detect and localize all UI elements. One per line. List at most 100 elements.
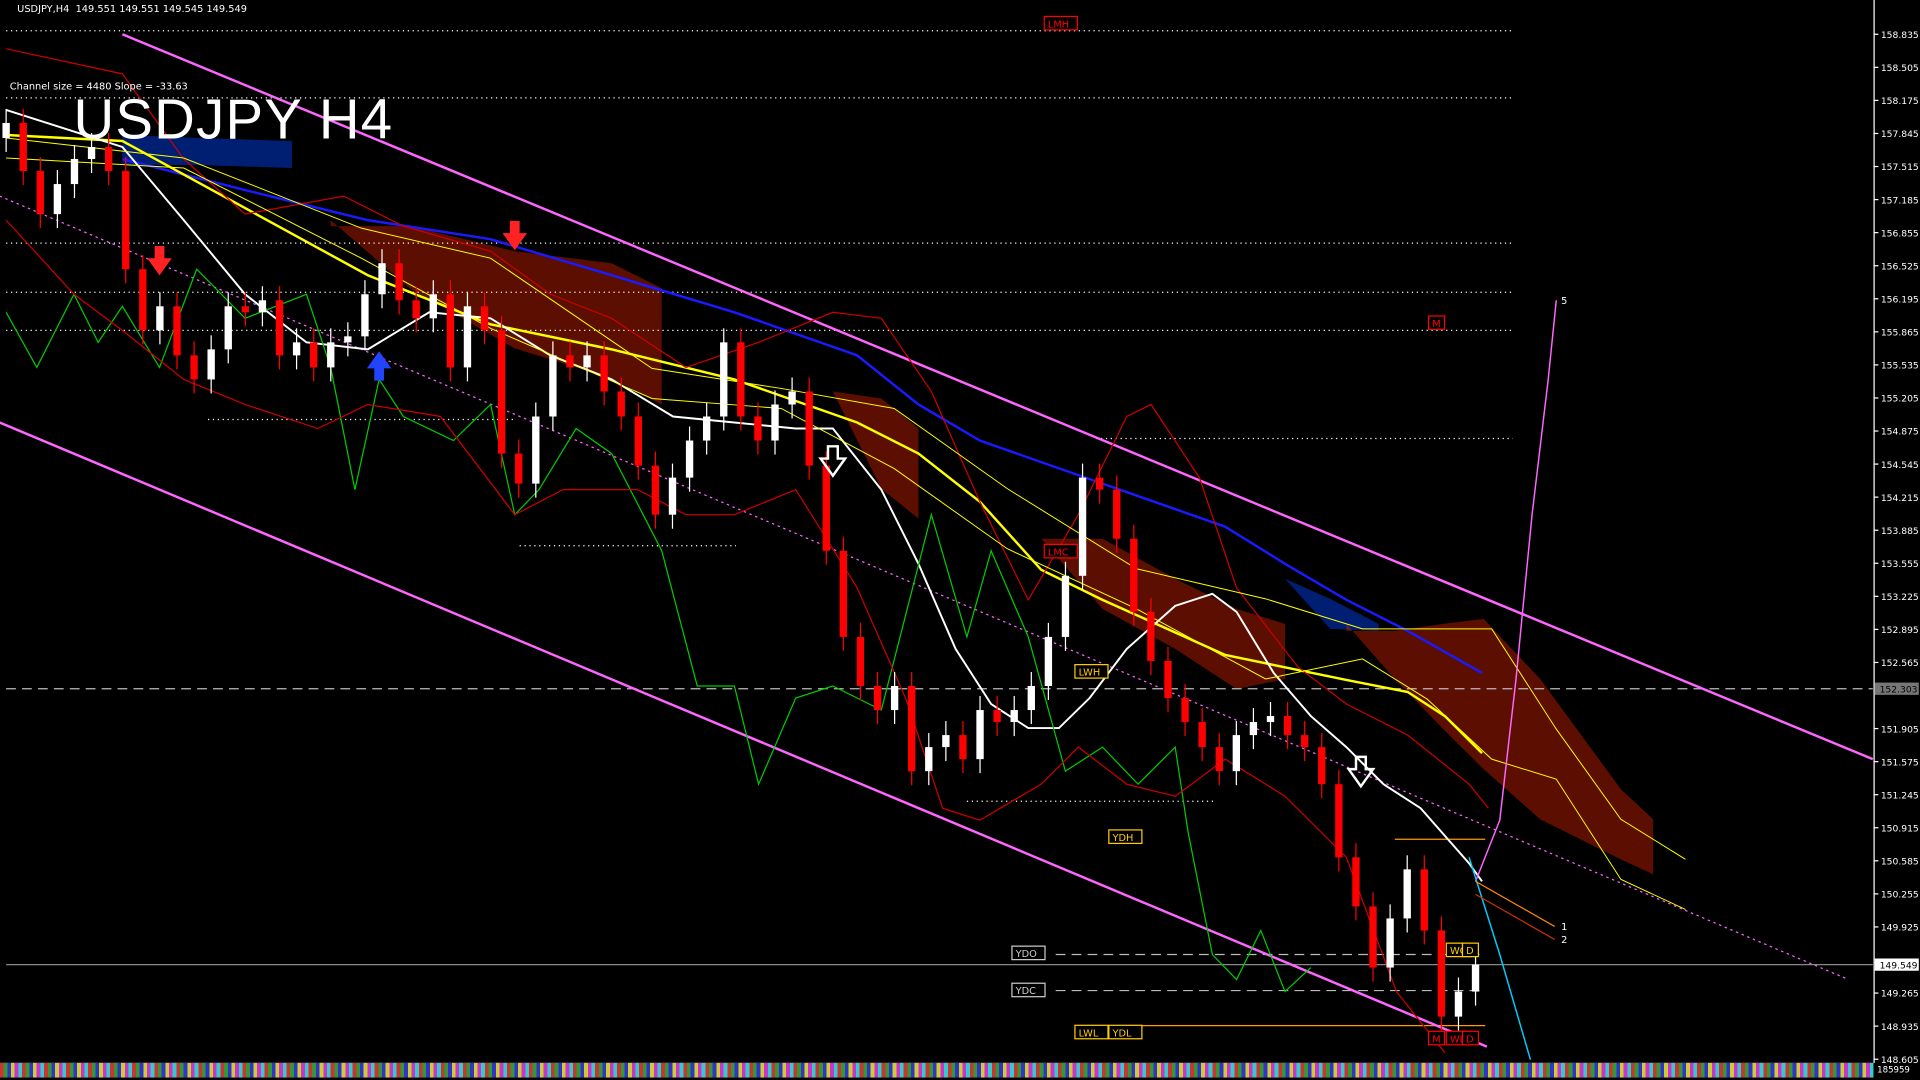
y-tick-label: 157.845 — [1881, 129, 1919, 140]
candle — [720, 328, 728, 431]
candle-body — [1181, 698, 1189, 723]
candle-body — [156, 306, 164, 331]
candle — [1181, 683, 1189, 737]
candle-body — [1352, 857, 1360, 907]
annotation-label: 1 — [1561, 922, 1567, 933]
candle — [1232, 721, 1241, 786]
candle — [327, 328, 335, 382]
candle — [1078, 463, 1087, 590]
candle-body — [446, 294, 455, 368]
candle-body — [515, 453, 523, 484]
candle — [532, 402, 540, 498]
candle-body — [361, 294, 369, 337]
y-tick-label: 151.905 — [1881, 724, 1919, 735]
candle-body — [1318, 747, 1326, 785]
candle — [651, 451, 660, 529]
candle — [1027, 671, 1035, 725]
candle — [122, 157, 130, 284]
candle-body — [822, 465, 830, 551]
candle — [1437, 916, 1446, 1031]
annotation-label: LWL — [1079, 1028, 1099, 1039]
candle — [1420, 855, 1428, 945]
candle — [344, 322, 352, 357]
annotation-1: 1 — [1561, 922, 1567, 933]
candle-body — [1215, 747, 1223, 772]
candle-body — [651, 465, 660, 515]
annotation-d: D — [1461, 942, 1479, 958]
candle-body — [1044, 636, 1053, 686]
ma-fast-line — [5, 108, 1483, 882]
candle — [292, 328, 301, 370]
candle-body — [993, 710, 1001, 723]
candle-body — [925, 747, 933, 772]
y-tick-label: 151.245 — [1881, 790, 1919, 801]
arrow-down-icon — [502, 220, 528, 251]
y-tick-label: 150.585 — [1881, 856, 1919, 867]
candle — [873, 671, 882, 725]
candle-body — [566, 355, 574, 368]
candle — [1352, 843, 1360, 921]
y-tick-label: 155.535 — [1881, 361, 1919, 372]
candle-body — [1301, 735, 1309, 748]
candle — [617, 377, 625, 431]
y-tick-label: 148.605 — [1881, 1055, 1919, 1066]
candle — [685, 426, 694, 492]
candle-body — [942, 735, 950, 748]
candle — [925, 733, 933, 786]
y-tick-label: 153.225 — [1881, 592, 1919, 603]
candle-body — [1335, 784, 1343, 858]
projection-down-line — [1468, 857, 1532, 1060]
symbol-header: USDJPY,H4 149.551 149.551 149.545 149.54… — [17, 3, 247, 15]
candle-body — [292, 342, 301, 356]
candle-body — [2, 122, 10, 138]
annotation-lwh: LWH — [1074, 664, 1109, 679]
arrow-down-icon — [147, 245, 172, 276]
y-tick-label: 149.265 — [1881, 989, 1919, 1000]
y-tick-label: 150.255 — [1881, 890, 1919, 901]
candle-body — [634, 416, 642, 466]
candle — [70, 144, 79, 199]
candle — [737, 328, 745, 431]
candle — [275, 286, 284, 370]
candle-body — [1198, 722, 1206, 748]
current-price-label: 149.549 — [1880, 960, 1918, 971]
candle — [224, 292, 232, 364]
candle-body — [36, 171, 44, 215]
annotation-label: YDH — [1112, 833, 1134, 844]
annotation-lwl: LWL — [1074, 1024, 1109, 1040]
y-tick-label: 156.195 — [1881, 294, 1919, 305]
y-tick-label: 154.545 — [1881, 460, 1919, 471]
candle-body — [532, 416, 540, 484]
candle — [702, 402, 711, 455]
candle — [1283, 702, 1292, 750]
candle — [1403, 855, 1411, 933]
candle-body — [702, 416, 711, 441]
cloud-region-5 — [1346, 618, 1654, 875]
ma-slow-line — [122, 157, 1483, 675]
senkou-b-line — [6, 157, 1686, 910]
candle — [634, 402, 642, 480]
candle — [1215, 733, 1223, 786]
candle-body — [1095, 477, 1104, 490]
chart-title: USDJPY H4 — [73, 86, 394, 151]
candle — [805, 377, 813, 480]
cloud-region-2 — [832, 391, 919, 519]
candle-body — [908, 685, 916, 772]
y-tick-label: 153.885 — [1881, 526, 1919, 537]
candle-body — [480, 306, 489, 331]
annotation-label: M — [1432, 319, 1440, 330]
candle-body — [70, 159, 79, 185]
y-tick-label: 151.575 — [1881, 757, 1919, 768]
chart-window[interactable]: LMH M LMC LWH YDH YDO YDC LWL YDL WO D M WL D 5 1 2 158.8… — [0, 0, 1920, 1080]
price-chart[interactable]: LMHMLMCLWHYDHYDOYDCLWL YDLWODM WL D512158.8… — [0, 0, 1920, 1080]
candle-body — [1232, 735, 1241, 772]
candle-body — [1369, 906, 1377, 968]
candle — [908, 671, 916, 786]
annotation-label: D — [1466, 1034, 1474, 1045]
annotation-2: 2 — [1561, 935, 1567, 946]
annotation-m: M — [1427, 315, 1446, 331]
candle — [1301, 721, 1309, 762]
y-tick-label: 158.175 — [1881, 96, 1919, 107]
candle — [207, 335, 215, 394]
candle — [1198, 708, 1206, 762]
